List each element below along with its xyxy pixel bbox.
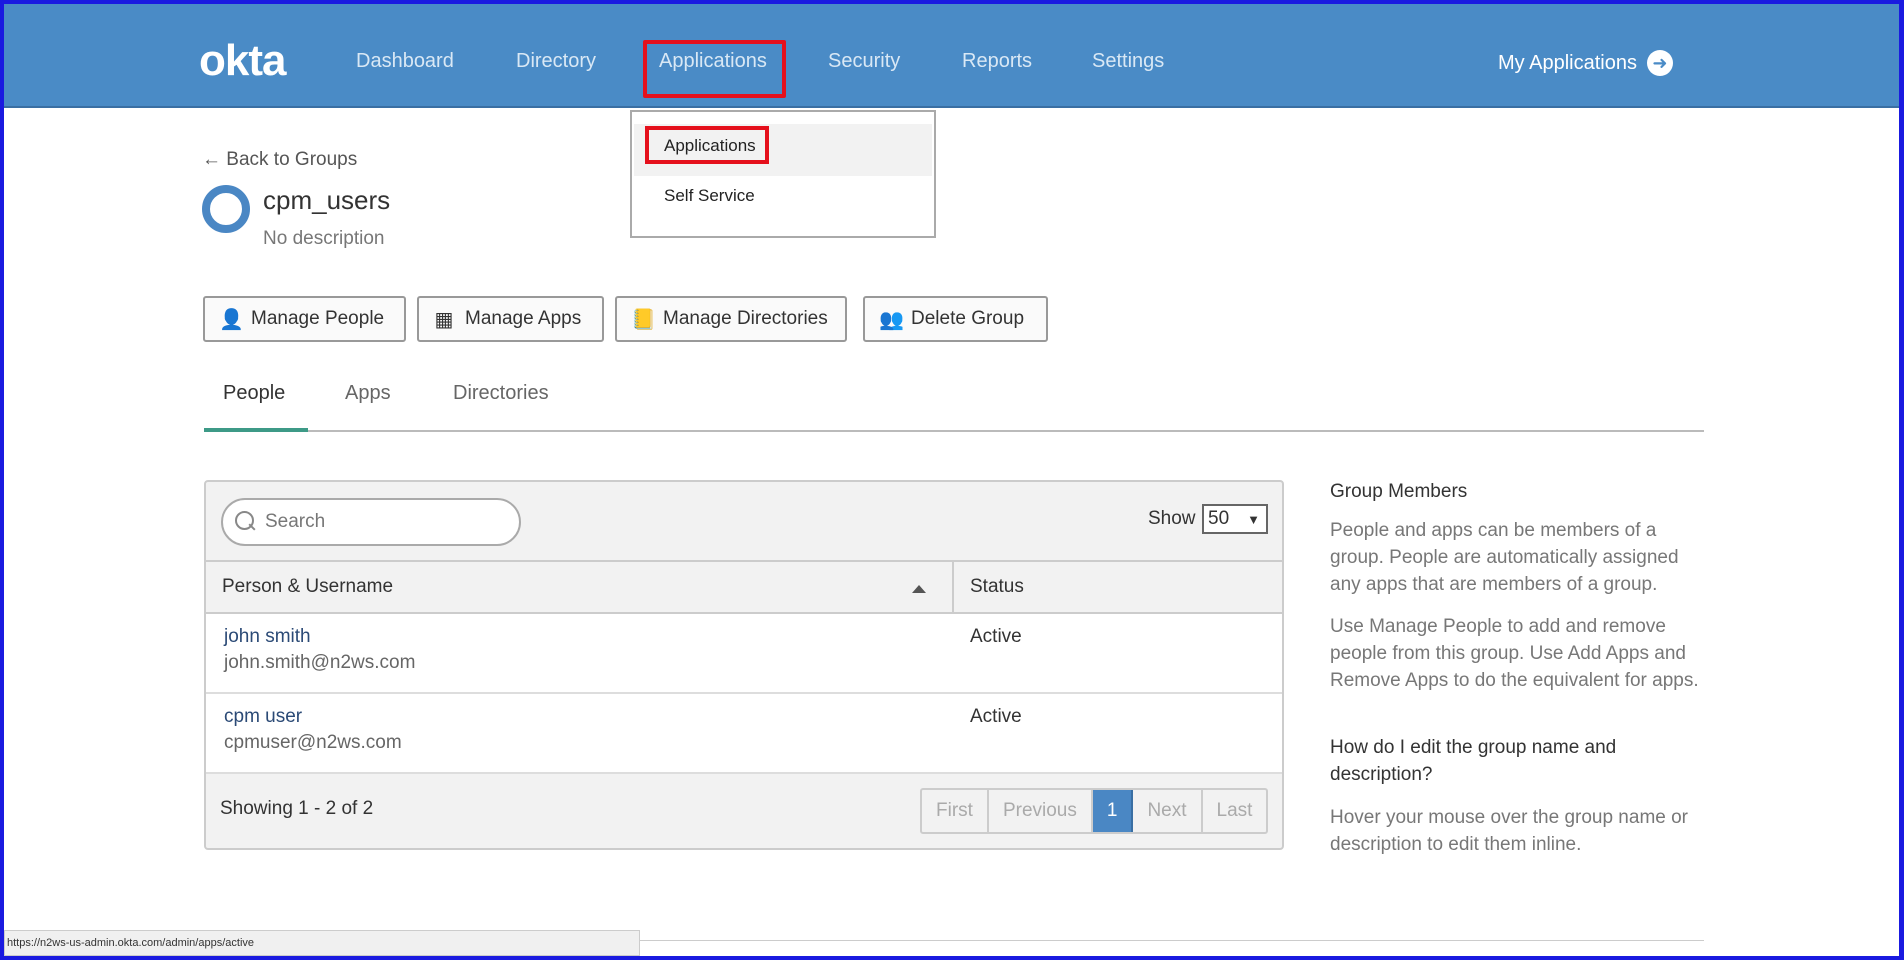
column-status[interactable]: Status bbox=[970, 576, 1024, 598]
person-icon: 👤 bbox=[219, 308, 244, 331]
column-person-username[interactable]: Person & Username bbox=[222, 576, 393, 598]
person-name[interactable]: cpm user bbox=[224, 706, 302, 728]
my-applications-link[interactable]: My Applications ➜ bbox=[1498, 50, 1673, 76]
search-icon bbox=[235, 511, 257, 533]
remove-person-icon: 👥 bbox=[879, 308, 904, 331]
pager-last[interactable]: Last bbox=[1203, 790, 1267, 832]
top-nav-bar: okta Dashboard Directory Applications Se… bbox=[4, 4, 1899, 108]
delete-group-button[interactable]: 👥 Delete Group bbox=[863, 296, 1048, 342]
table-header: Person & Username Status bbox=[206, 560, 1282, 614]
dropdown-item-applications-label[interactable]: Applications bbox=[664, 136, 756, 156]
dropdown-item-self-service[interactable]: Self Service bbox=[664, 186, 755, 206]
page-size-value: 50 bbox=[1208, 508, 1230, 529]
table-row: john smith john.smith@n2ws.com Active bbox=[206, 614, 1282, 694]
search-input[interactable] bbox=[265, 511, 495, 533]
browser-viewport: okta Dashboard Directory Applications Se… bbox=[4, 4, 1899, 956]
person-username: cpmuser@n2ws.com bbox=[224, 732, 402, 753]
manage-directories-button[interactable]: 📒 Manage Directories bbox=[615, 296, 847, 342]
pager-page-1[interactable]: 1 bbox=[1092, 790, 1134, 832]
help-title: Group Members bbox=[1330, 481, 1468, 502]
nav-reports[interactable]: Reports bbox=[962, 50, 1032, 73]
table-row: cpm user cpmuser@n2ws.com Active bbox=[206, 694, 1282, 774]
arrow-right-icon: ➜ bbox=[1646, 50, 1673, 76]
page-size-select[interactable]: 50 ▼ bbox=[1202, 504, 1268, 534]
help-paragraph: Use Manage People to add and remove peop… bbox=[1330, 616, 1699, 691]
pager-next[interactable]: Next bbox=[1133, 790, 1203, 832]
group-icon bbox=[202, 185, 250, 233]
nav-security[interactable]: Security bbox=[828, 50, 900, 73]
person-name[interactable]: john smith bbox=[224, 626, 311, 648]
showing-count: Showing 1 - 2 of 2 bbox=[220, 798, 374, 819]
pager-previous[interactable]: Previous bbox=[989, 790, 1093, 832]
manage-apps-button[interactable]: ▦ Manage Apps bbox=[417, 296, 604, 342]
sort-ascending-icon[interactable] bbox=[912, 585, 926, 593]
help-question: How do I edit the group name and descrip… bbox=[1330, 737, 1617, 785]
group-members-panel: Show 50 ▼ Person & Username Status john … bbox=[204, 480, 1284, 850]
person-username: john.smith@n2ws.com bbox=[224, 652, 416, 673]
nav-settings[interactable]: Settings bbox=[1092, 50, 1164, 73]
show-label: Show bbox=[1148, 508, 1196, 529]
nav-applications-highlight bbox=[643, 40, 786, 98]
tabs-divider bbox=[204, 430, 1704, 432]
applications-dropdown-menu: Applications Self Service bbox=[630, 110, 936, 238]
nav-directory[interactable]: Directory bbox=[516, 50, 596, 73]
tab-directories[interactable]: Directories bbox=[453, 382, 549, 405]
browser-status-bar: https://n2ws-us-admin.okta.com/admin/app… bbox=[4, 930, 640, 956]
person-status: Active bbox=[970, 626, 1022, 647]
help-answer: Hover your mouse over the group name or … bbox=[1330, 807, 1689, 855]
page-bottom-divider bbox=[640, 940, 1704, 941]
tab-people[interactable]: People bbox=[223, 382, 285, 405]
person-status: Active bbox=[970, 706, 1022, 727]
active-tab-indicator bbox=[204, 428, 308, 432]
help-paragraph: People and apps can be members of a grou… bbox=[1330, 520, 1679, 595]
chevron-down-icon: ▼ bbox=[1247, 511, 1260, 527]
directory-book-icon: 📒 bbox=[631, 308, 656, 331]
my-applications-label: My Applications bbox=[1498, 51, 1637, 74]
grid-icon: ▦ bbox=[434, 308, 454, 331]
pagination: First Previous 1 Next Last bbox=[920, 788, 1269, 834]
column-divider bbox=[952, 560, 954, 614]
delete-group-label: Delete Group bbox=[911, 308, 1025, 329]
manage-people-button[interactable]: 👤 Manage People bbox=[203, 296, 406, 342]
search-box[interactable] bbox=[221, 498, 521, 546]
back-to-groups-link[interactable]: ← Back to Groups bbox=[202, 149, 357, 171]
group-name[interactable]: cpm_users bbox=[263, 185, 390, 216]
okta-logo[interactable]: okta bbox=[199, 36, 286, 86]
manage-people-label: Manage People bbox=[251, 308, 385, 329]
manage-directories-label: Manage Directories bbox=[663, 308, 828, 329]
pager-first[interactable]: First bbox=[922, 790, 989, 832]
group-description[interactable]: No description bbox=[263, 228, 384, 250]
manage-apps-label: Manage Apps bbox=[465, 308, 582, 329]
nav-dashboard[interactable]: Dashboard bbox=[356, 50, 454, 73]
tab-apps[interactable]: Apps bbox=[345, 382, 391, 405]
